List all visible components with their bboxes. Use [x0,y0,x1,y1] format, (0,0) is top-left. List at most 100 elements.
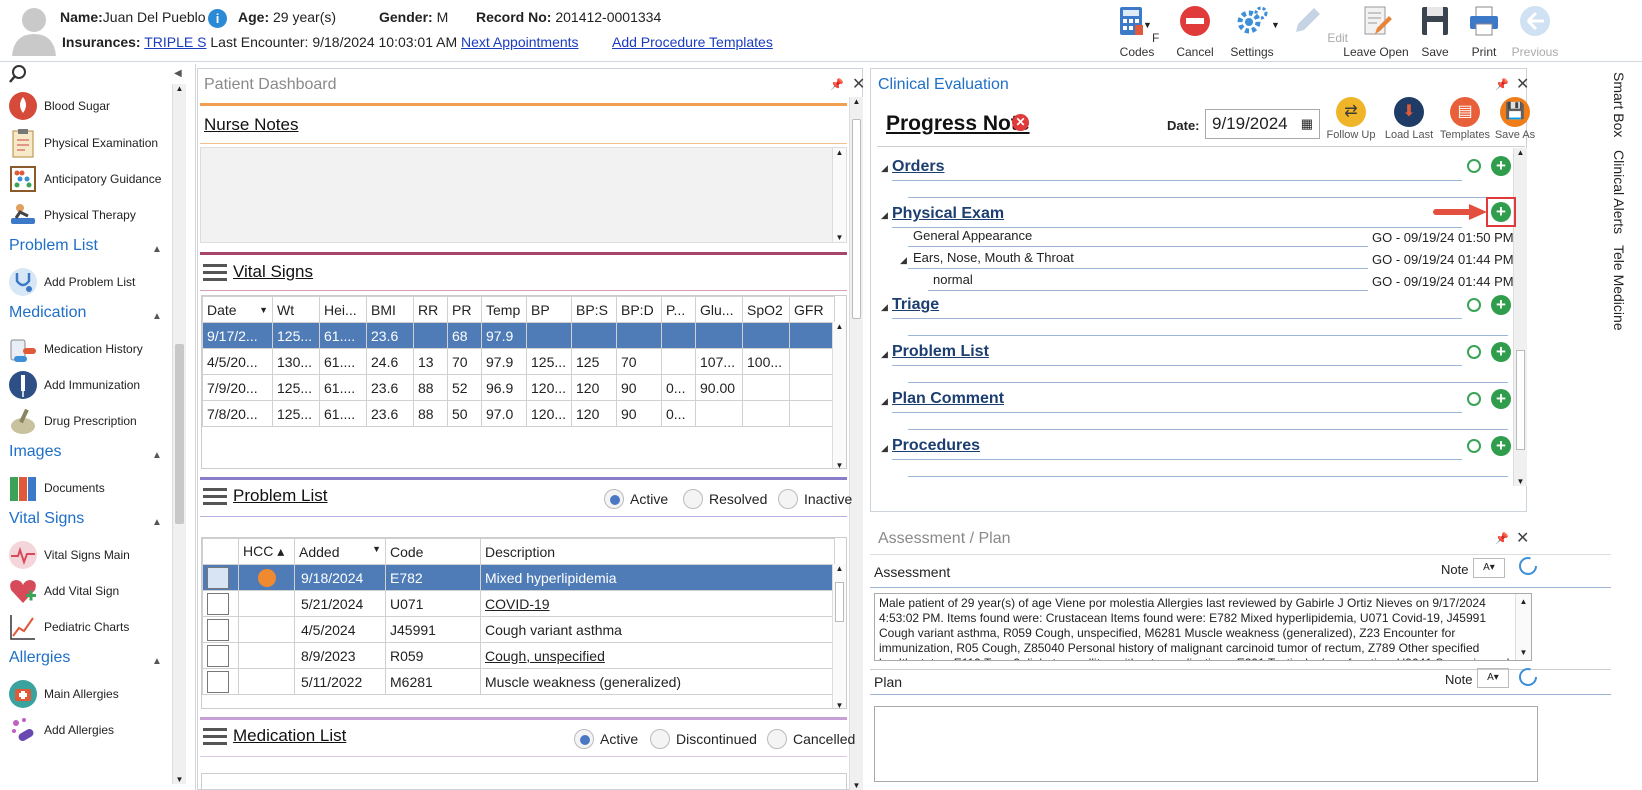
info-icon[interactable]: i [208,9,227,28]
tab-clinical-alerts[interactable]: Clinical Alerts [1611,150,1627,234]
pin-icon[interactable]: 📌 [1495,78,1509,91]
description-cell[interactable]: COVID-19 [480,590,835,617]
filter-resolved-radio[interactable]: Resolved [683,489,767,509]
vitals-col-header[interactable]: BMI [366,296,414,323]
add-procedures-button[interactable]: + [1491,436,1511,456]
chevron-up-icon[interactable]: ▲ [152,244,162,255]
alarm-clock-icon[interactable] [1467,159,1481,173]
sidebar-section-images[interactable]: Images [9,443,61,461]
col-hcc[interactable]: HCC ▴ [238,538,295,565]
row-checkbox[interactable] [202,590,239,617]
vitals-scrollbar[interactable]: ▲ ▼ [832,322,846,468]
search-icon[interactable] [8,64,28,84]
alarm-clock-icon[interactable] [1467,298,1481,312]
section-procedures[interactable]: Procedures [892,437,980,455]
sidebar-item-vital-signs-main[interactable]: Vital Signs Main [8,538,130,572]
collapse-sidebar-icon[interactable]: ◀ [174,68,182,79]
med-filter-active-radio[interactable]: Active [574,729,638,749]
sidebar-item-main-allergies[interactable]: Main Allergies [8,677,119,711]
add-triage-button[interactable]: + [1491,295,1511,315]
load-last-button[interactable]: ⬇ Load Last [1380,97,1438,141]
section-triage[interactable]: Triage [892,296,939,314]
fcodes-button[interactable]: F Codes [1107,4,1167,59]
table-row[interactable]: 4/5/2024 J45991 Cough variant asthma [202,616,835,643]
nurse-notes-textarea[interactable]: ▲ ▼ [200,147,847,243]
sidebar-item-documents[interactable]: Documents [8,471,105,505]
close-icon[interactable]: ✕ [852,74,865,94]
filter-inactive-radio[interactable]: Inactive [778,489,852,509]
sidebar-scrollbar[interactable]: ▲ ▼ [172,84,186,784]
sidebar-section-allergies[interactable]: Allergies [9,649,70,667]
sidebar-item-physical-therapy[interactable]: Physical Therapy [8,198,136,232]
col-added[interactable]: Added ▼ [294,538,386,565]
table-row[interactable]: 5/21/2024 U071 COVID-19 [202,590,835,617]
description-cell[interactable]: Cough, unspecified [480,642,835,669]
close-icon[interactable]: ✕ [1516,74,1529,94]
vitals-col-header[interactable]: Date ▼ [202,296,273,323]
dashboard-scrollbar[interactable]: ▲ ▼ [849,97,863,790]
add-procedure-templates-link[interactable]: Add Procedure Templates [612,34,773,50]
sidebar-item-blood-sugar[interactable]: Blood Sugar [8,89,110,123]
save-as-button[interactable]: 💾 Save As [1490,97,1540,141]
sidebar-item-add-problem-list[interactable]: Add Problem List [8,265,135,299]
cancel-button[interactable]: Cancel [1165,4,1225,59]
col-code[interactable]: Code [385,538,481,565]
refresh-icon[interactable] [1517,555,1539,577]
sort-dropdown-icon[interactable]: ▼ [259,305,268,315]
sidebar-item-drug-prescription[interactable]: Drug Prescription [8,404,137,438]
table-row[interactable]: 5/11/2022 M6281 Muscle weakness (generaliz… [202,668,835,695]
col-description[interactable]: Description [480,538,835,565]
vitals-col-header[interactable]: PR [447,296,482,323]
chevron-up-icon[interactable]: ▲ [152,450,162,461]
vitals-col-header[interactable]: SpO2 [742,296,790,323]
insurance-link[interactable]: TRIPLE S [144,34,206,50]
close-icon[interactable]: ✕ [1516,528,1529,548]
expand-plan-comment-icon[interactable]: ◢ [881,396,888,407]
expand-procedures-icon[interactable]: ◢ [881,443,888,454]
add-orders-button[interactable]: + [1491,156,1511,176]
vitals-col-header[interactable]: BP [526,296,572,323]
expand-triage-icon[interactable]: ◢ [881,302,888,313]
chevron-up-icon[interactable]: ▲ [152,311,162,322]
section-plan-comment[interactable]: Plan Comment [892,390,1004,408]
previous-button[interactable]: Previous [1505,4,1565,59]
pin-icon[interactable]: 📌 [830,78,844,91]
row-checkbox[interactable] [202,564,239,591]
tab-smart-box[interactable]: Smart Box [1611,72,1627,137]
table-row[interactable]: 7/8/20... 125... 61.... 23.6 88 50 97.0 120... 1… [202,400,835,427]
pin-icon[interactable]: 📌 [1495,532,1509,545]
section-problem-list[interactable]: Problem List [892,343,989,361]
menu-icon[interactable] [203,488,227,508]
sidebar-item-add-vital-sign[interactable]: Add Vital Sign [8,574,119,608]
row-checkbox[interactable] [202,616,239,643]
sidebar-item-anticipatory-guidance[interactable]: Anticipatory Guidance [8,162,161,196]
vitals-col-header[interactable]: BP:D [616,296,662,323]
chevron-up-icon[interactable]: ▲ [152,656,162,667]
settings-button[interactable]: Settings [1222,4,1282,59]
sidebar-section-problem-list[interactable]: Problem List [9,237,98,255]
remove-note-icon[interactable]: ✕ [1012,114,1029,131]
sidebar-item-medication-history[interactable]: Medication History [8,332,143,366]
assessment-textarea[interactable]: Male patient of 29 year(s) of age Viene … [874,593,1532,661]
sidebar-item-pediatric-charts[interactable]: Pediatric Charts [8,610,129,644]
col-select[interactable] [202,538,239,565]
exam-item-ears-nose-mouth-throat[interactable]: Ears, Nose, Mouth & Throat [913,250,1074,265]
vitals-col-header[interactable]: Wt [272,296,320,323]
vitals-col-header[interactable]: Temp [481,296,527,323]
plan-format-dropdown[interactable]: A▾ [1477,668,1509,688]
date-input[interactable]: 9/19/2024 ▦ [1205,109,1320,139]
vitals-col-header[interactable]: Glu... [695,296,743,323]
section-physical-exam[interactable]: Physical Exam [892,205,1004,223]
vitals-col-header[interactable]: GFR [789,296,835,323]
sidebar-item-add-immunization[interactable]: Add Immunization [8,368,140,402]
table-row[interactable]: 7/9/20... 125... 61.... 23.6 88 52 96.9 120... 1… [202,374,835,401]
med-filter-discontinued-radio[interactable]: Discontinued [650,729,757,749]
add-problem-list-button[interactable]: + [1491,342,1511,362]
vitals-col-header[interactable]: P... [661,296,696,323]
row-checkbox[interactable] [202,642,239,669]
filter-active-radio[interactable]: Active [604,489,668,509]
table-row[interactable]: 9/18/2024 E782 Mixed hyperlipidemia [202,564,835,591]
settings-dropdown-icon[interactable]: ▼ [1271,20,1280,30]
edit-button[interactable]: Edit [1289,4,1349,45]
chevron-up-icon[interactable]: ▲ [152,517,162,528]
